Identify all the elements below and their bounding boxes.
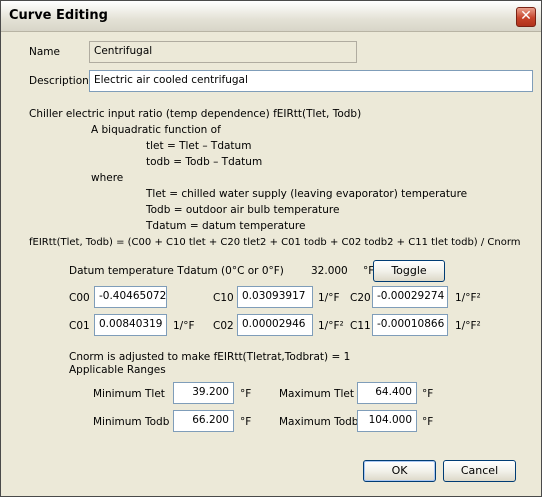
max-tlet-field[interactable]: 64.400 xyxy=(357,382,417,404)
max-tlet-unit: °F xyxy=(422,388,434,400)
explanation-line-6: Tlet = chilled water supply (leaving eva… xyxy=(146,188,468,200)
toggle-button[interactable]: Toggle xyxy=(373,260,445,282)
max-todb-unit: °F xyxy=(422,416,434,428)
title-bar: Curve Editing ✕ xyxy=(1,1,541,32)
ok-button[interactable]: OK xyxy=(363,460,436,482)
c20-unit: 1/°F² xyxy=(455,292,481,304)
c01-label: C01 xyxy=(69,320,90,332)
explanation-line-5: where xyxy=(91,172,124,184)
formula: fEIRtt(Tlet, Todb) = (C00 + C10 tlet + C… xyxy=(29,237,521,248)
explanation-line-3: tlet = Tlet – Tdatum xyxy=(146,140,252,152)
c02-field[interactable]: 0.00002946 xyxy=(237,314,313,336)
min-todb-label: Minimum Todb xyxy=(93,416,170,428)
max-todb-label: Maximum Todb xyxy=(279,416,359,428)
c00-field[interactable]: -0.40465072 xyxy=(94,286,167,308)
c11-field[interactable]: -0.00010866 xyxy=(372,314,448,336)
name-field[interactable]: Centrifugal xyxy=(89,41,357,63)
c20-label: C20 xyxy=(350,292,371,304)
datum-label: Datum temperature Tdatum (0°C or 0°F) xyxy=(69,265,284,277)
explanation-line-8: Tdatum = datum temperature xyxy=(146,220,306,232)
window-title: Curve Editing xyxy=(9,8,108,23)
max-tlet-label: Maximum Tlet xyxy=(279,388,354,400)
explanation-line-7: Todb = outdoor air bulb temperature xyxy=(146,204,340,216)
c02-label: C02 xyxy=(213,320,234,332)
min-tlet-label: Minimum Tlet xyxy=(93,388,165,400)
cnorm-note: Cnorm is adjusted to make fEIRtt(Tletrat… xyxy=(69,351,351,363)
datum-value: 32.000 xyxy=(311,265,348,277)
c02-unit: 1/°F² xyxy=(318,320,344,332)
c10-label: C10 xyxy=(213,292,234,304)
explanation-line-2: A biquadratic function of xyxy=(91,124,221,136)
c11-label: C11 xyxy=(350,320,371,332)
c00-label: C00 xyxy=(69,292,90,304)
c20-field[interactable]: -0.00029274 xyxy=(372,286,448,308)
ranges-heading: Applicable Ranges xyxy=(69,364,166,376)
min-todb-unit: °F xyxy=(240,416,252,428)
name-label: Name xyxy=(29,46,60,58)
c10-field[interactable]: 0.03093917 xyxy=(237,286,313,308)
c01-field[interactable]: 0.00840319 xyxy=(94,314,167,336)
c01-unit: 1/°F xyxy=(173,320,195,332)
close-button[interactable]: ✕ xyxy=(516,7,536,27)
max-todb-field[interactable]: 104.000 xyxy=(357,410,417,432)
min-todb-field[interactable]: 66.200 xyxy=(173,410,234,432)
c10-unit: 1/°F xyxy=(318,292,340,304)
min-tlet-unit: °F xyxy=(240,388,252,400)
description-field[interactable]: Electric air cooled centrifugal xyxy=(89,70,533,92)
cancel-button[interactable]: Cancel xyxy=(443,460,516,482)
description-label: Description xyxy=(29,75,89,87)
curve-editing-dialog: Curve Editing ✕ Name Centrifugal Descrip… xyxy=(0,0,542,497)
min-tlet-field[interactable]: 39.200 xyxy=(173,382,234,404)
c11-unit: 1/°F² xyxy=(455,320,481,332)
explanation-line-4: todb = Todb – Tdatum xyxy=(146,156,263,168)
explanation-line-1: Chiller electric input ratio (temp depen… xyxy=(29,108,362,120)
